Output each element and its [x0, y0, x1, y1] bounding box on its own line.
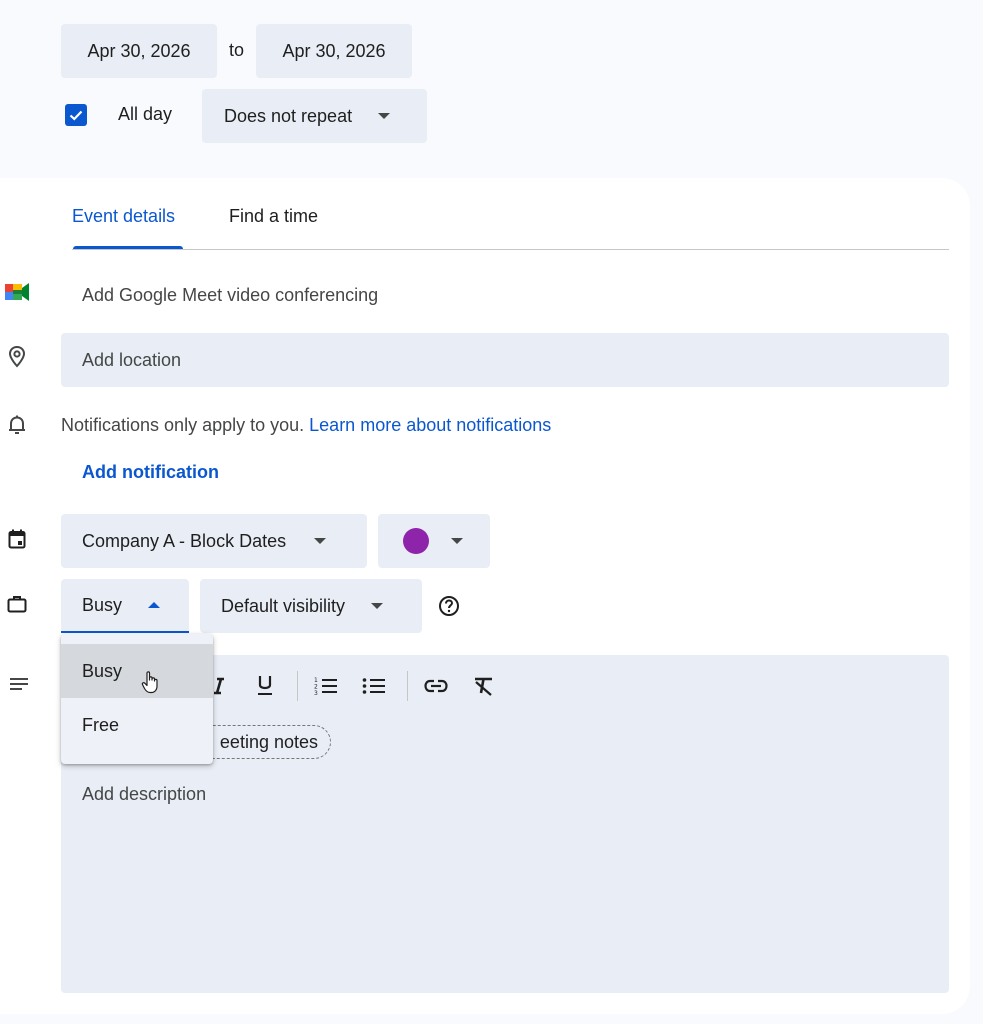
chevron-down-icon — [371, 603, 384, 609]
meeting-notes-label: eeting notes — [219, 731, 318, 752]
bulleted-list-icon[interactable] — [361, 673, 387, 699]
repeat-value: Does not repeat — [224, 105, 353, 126]
underline-icon[interactable] — [253, 671, 277, 701]
start-date-label: Apr 30, 2026 — [87, 40, 191, 61]
end-date-button[interactable]: Apr 30, 2026 — [256, 24, 412, 78]
clear-formatting-icon[interactable] — [471, 673, 497, 699]
learn-more-notifications-link[interactable]: Learn more about notifications — [309, 415, 551, 435]
tab-find-a-time[interactable]: Find a time — [229, 206, 318, 227]
help-circle-icon[interactable] — [437, 594, 461, 618]
svg-text:3: 3 — [314, 690, 318, 696]
checkmark-icon — [69, 110, 83, 121]
availability-select[interactable]: Busy — [61, 579, 189, 633]
briefcase-icon — [6, 593, 28, 615]
location-input[interactable]: Add location — [61, 333, 949, 387]
allday-label: All day — [118, 104, 173, 124]
tab-event-details[interactable]: Event details — [72, 206, 175, 227]
to-label: to — [229, 40, 245, 60]
availability-option-busy[interactable]: Busy — [61, 644, 213, 698]
notifications-info-text: Notifications only apply to you. — [61, 415, 305, 435]
google-meet-icon — [4, 281, 34, 303]
chevron-down-icon — [378, 113, 391, 119]
start-date-button[interactable]: Apr 30, 2026 — [61, 24, 217, 78]
end-date-label: Apr 30, 2026 — [282, 40, 386, 61]
repeat-dropdown[interactable]: Does not repeat — [202, 89, 427, 143]
availability-option-free[interactable]: Free — [61, 698, 213, 752]
location-pin-icon — [6, 344, 28, 370]
tab-active-indicator — [73, 246, 183, 249]
allday-checkbox[interactable] — [65, 104, 87, 126]
numbered-list-icon[interactable]: 123 — [313, 673, 339, 699]
calendar-selected: Company A - Block Dates — [82, 530, 287, 551]
notifications-info: Notifications only apply to you. Learn m… — [61, 415, 551, 436]
availability-menu: Busy Free — [61, 634, 213, 764]
visibility-selected: Default visibility — [221, 595, 346, 616]
add-notification-button[interactable]: Add notification — [82, 462, 219, 483]
availability-selected: Busy — [82, 594, 123, 615]
notes-lines-icon — [8, 675, 30, 693]
add-meet-button[interactable]: Add Google Meet video conferencing — [82, 285, 378, 306]
link-icon[interactable] — [423, 673, 449, 699]
location-placeholder: Add location — [82, 349, 182, 370]
color-swatch — [403, 528, 429, 554]
tab-divider — [72, 249, 949, 250]
calendar-icon — [6, 527, 28, 551]
toolbar-separator — [297, 671, 298, 701]
event-color-select[interactable] — [378, 514, 490, 568]
description-placeholder: Add description — [82, 784, 207, 804]
visibility-select[interactable]: Default visibility — [200, 579, 422, 633]
chevron-up-icon — [148, 602, 161, 608]
chevron-down-icon — [451, 538, 463, 544]
calendar-select[interactable]: Company A - Block Dates — [61, 514, 367, 568]
toolbar-separator — [407, 671, 408, 701]
option-free-label: Free — [82, 714, 120, 735]
bell-icon — [6, 412, 28, 438]
hand-pointer-cursor-icon — [141, 670, 163, 696]
option-busy-label: Busy — [82, 660, 123, 681]
chevron-down-icon — [314, 538, 327, 544]
